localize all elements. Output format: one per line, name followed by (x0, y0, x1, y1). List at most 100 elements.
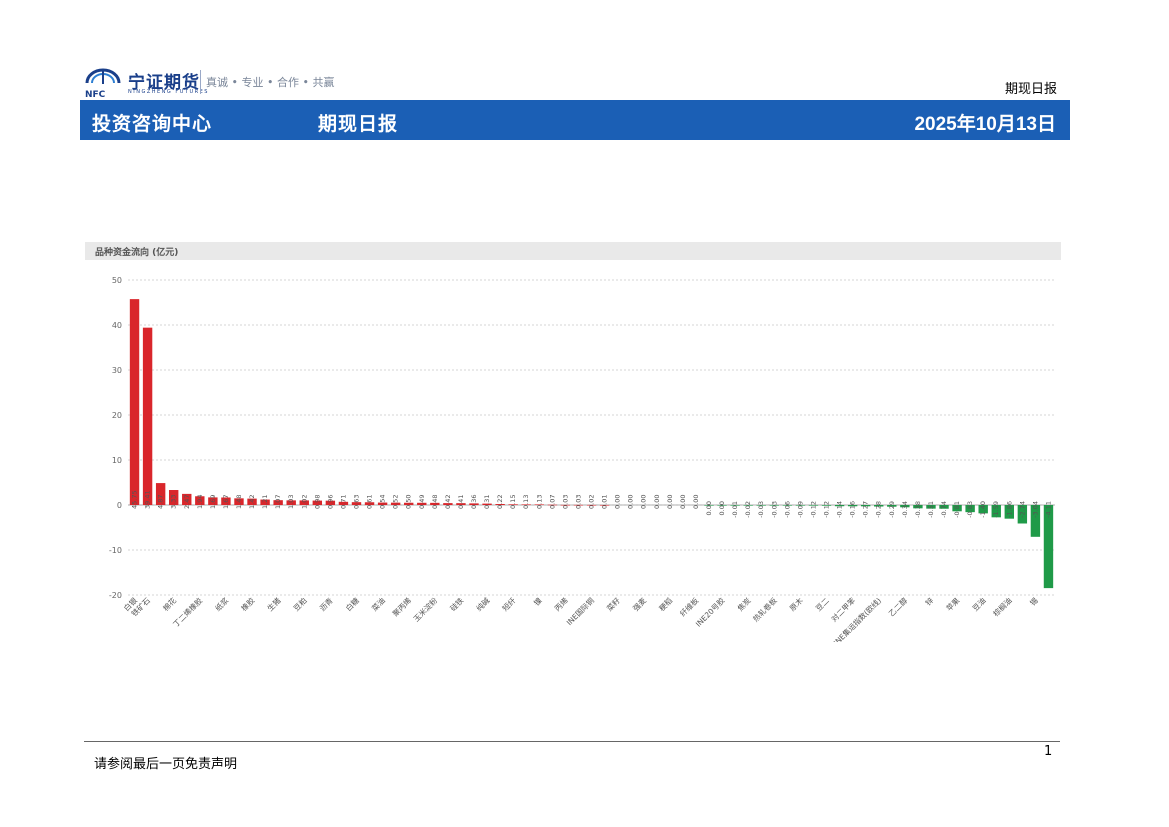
category-label: 纤维板 (677, 595, 700, 618)
value-label: 0.00 (640, 495, 648, 509)
chart-title: 品种资金流向 (亿元) (95, 248, 179, 258)
y-tick-label: 50 (112, 276, 122, 285)
category-label: 棉花 (160, 595, 178, 613)
value-label: -0.74 (940, 501, 948, 518)
value-label: 0.36 (470, 495, 478, 509)
value-label: -0.03 (770, 501, 778, 518)
value-label: 1.94 (196, 495, 204, 509)
footer-divider (84, 741, 1060, 742)
value-label: 0.00 (679, 495, 687, 509)
value-label: -3.04 (1031, 501, 1039, 518)
category-label: 菜籽 (604, 595, 622, 613)
disclaimer-text: 请参阅最后一页免责声明 (94, 757, 238, 772)
value-label: -0.12 (823, 501, 831, 518)
category-label: INE国际铜 (564, 595, 596, 627)
report-title: 期现日报 (318, 113, 399, 135)
y-tick-label: 40 (112, 321, 122, 330)
value-label: 0.41 (457, 495, 465, 509)
value-label: 0.61 (366, 495, 374, 509)
category-label: 豆粕 (291, 595, 309, 613)
value-label: 1.42 (248, 495, 256, 509)
value-label: -0.09 (796, 501, 804, 518)
value-label: 39.41 (144, 490, 152, 509)
y-tick-label: -10 (109, 546, 122, 555)
value-label: -0.16 (849, 501, 857, 518)
value-label: -0.83 (966, 501, 974, 518)
value-label: 0.15 (509, 495, 517, 509)
value-label: 0.00 (692, 495, 700, 509)
value-label: -1.86 (1005, 501, 1013, 518)
category-label: 纸浆 (213, 595, 231, 613)
category-label: 沥青 (317, 595, 335, 613)
value-label: -0.29 (888, 501, 896, 518)
company-slogan: 真诚 • 专业 • 合作 • 共赢 (206, 76, 335, 89)
category-label: 玉米淀粉 (411, 595, 440, 624)
category-label: 丙烯 (552, 595, 570, 613)
category-label: 锡 (1028, 596, 1040, 608)
value-label: 0.00 (718, 501, 726, 515)
value-label: 0.00 (627, 495, 635, 509)
value-label: 45.75 (131, 490, 139, 509)
value-label: -0.81 (953, 501, 961, 518)
value-label: 0.01 (601, 495, 609, 509)
value-label: -0.02 (744, 501, 752, 518)
category-label: 聚丙烯 (390, 595, 413, 618)
category-label: 短纤 (500, 595, 518, 613)
value-label: -2.74 (1018, 501, 1026, 518)
chart-title-bar: 品种资金流向 (亿元) (85, 242, 1061, 260)
value-label: 0.54 (379, 495, 387, 509)
value-label: 0.50 (405, 495, 413, 509)
value-label: 0.71 (339, 495, 347, 509)
value-label: 0.00 (705, 501, 713, 515)
bar (129, 299, 140, 505)
y-tick-label: 0 (117, 501, 122, 510)
value-label: 0.00 (666, 495, 674, 509)
value-label: 0.03 (574, 495, 582, 509)
category-label: 生猪 (265, 595, 283, 613)
value-label: 1.03 (287, 495, 295, 509)
y-tick-label: 30 (112, 366, 122, 375)
category-label: 原木 (787, 595, 805, 613)
value-label: -0.51 (927, 501, 935, 518)
category-label: 强麦 (630, 595, 648, 613)
value-label: 1.02 (300, 495, 308, 509)
category-label: 粳稻 (657, 595, 675, 613)
value-label: -4.11 (1044, 501, 1052, 518)
category-label: 豆油 (970, 595, 988, 613)
value-label: 0.02 (588, 495, 596, 509)
y-tick-label: 10 (112, 456, 122, 465)
value-label: 0.07 (548, 495, 556, 509)
category-label: 白糖 (343, 595, 361, 613)
category-label: INE20号胶 (693, 595, 727, 629)
category-label: 豆二 (814, 596, 831, 613)
value-label: 4.87 (157, 495, 165, 509)
category-label: 纯碱 (474, 595, 492, 613)
value-label: 0.00 (614, 495, 622, 509)
value-label: 0.49 (418, 495, 426, 509)
category-label: 硅铁 (448, 595, 466, 613)
value-label: -1.40 (979, 501, 987, 518)
value-label: 0.63 (352, 495, 360, 509)
category-label: 焦炭 (735, 595, 753, 613)
category-label: 菜油 (369, 595, 387, 613)
value-label: -0.03 (757, 501, 765, 518)
value-label: -0.28 (875, 501, 883, 518)
logo-mark: NFC (85, 90, 106, 100)
value-label: -0.06 (783, 501, 791, 518)
bar (142, 327, 153, 505)
category-label: 棕榈油 (991, 595, 1014, 618)
value-label: 0.13 (535, 495, 543, 509)
department-title: 投资咨询中心 (92, 113, 213, 135)
value-label: 1.07 (274, 495, 282, 509)
value-label: -0.34 (901, 501, 909, 518)
page-number: 1 (1044, 744, 1053, 759)
value-label: 0.52 (392, 495, 400, 509)
value-label: 0.96 (326, 495, 334, 509)
logo-english-name: NINGZHENG FUTURES (128, 89, 209, 95)
category-label: 苹果 (944, 595, 962, 613)
value-label: 1.48 (235, 495, 243, 509)
company-logo: NFC 宁证期货 NINGZHENG FUTURES 真诚 • 专业 • 合作 … (84, 66, 374, 100)
logo-emblem-icon: NFC (85, 68, 121, 100)
category-label: 热轧卷板 (750, 595, 779, 624)
category-label: 锌 (923, 595, 936, 608)
